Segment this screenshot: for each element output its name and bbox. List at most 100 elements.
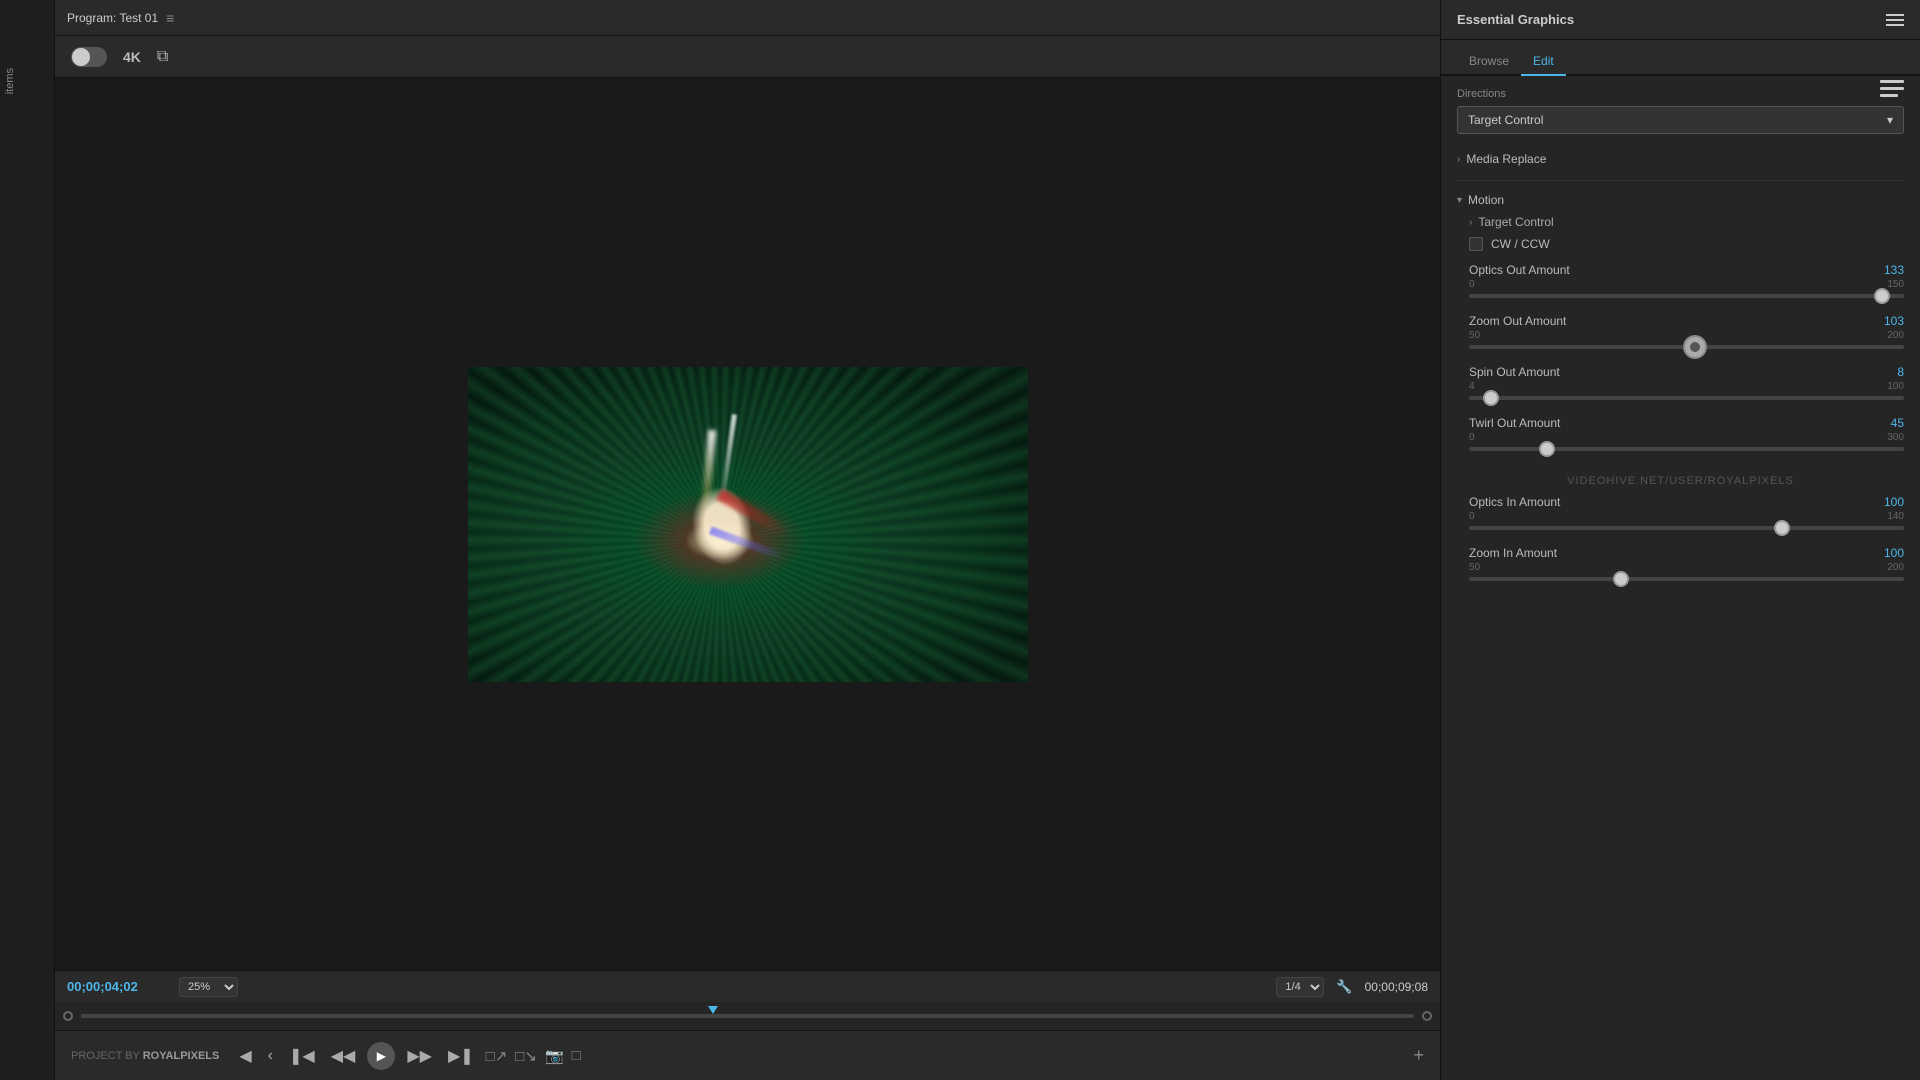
target-control-label: Target Control [1478,215,1553,229]
step-forward-button[interactable]: ▶▶ [403,1042,436,1070]
zoom-in-value[interactable]: 100 [1874,546,1904,560]
video-canvas [55,78,1440,970]
camera-button[interactable]: 📷 [545,1047,564,1065]
eg-hamburger-icon[interactable] [1886,14,1904,26]
transport-bar: PROJECT BY ROYALPIXELS ◀ ‹ ❚◀ ◀◀ ▶ ▶▶ ▶❚… [55,1030,1440,1080]
directions-dropdown[interactable]: Target Control ▾ [1457,106,1904,134]
optics-in-header: Optics In Amount 100 [1469,495,1904,509]
twirl-out-header: Twirl Out Amount 45 [1469,416,1904,430]
twirl-out-min: 0 [1469,432,1475,443]
zoom-in-track[interactable] [1469,577,1904,581]
zoom-out-slider: Zoom Out Amount 103 50 200 [1457,314,1904,349]
insert-button[interactable]: □ [572,1047,581,1064]
twirl-out-track[interactable] [1469,447,1904,451]
extract-button[interactable]: □↘ [515,1047,537,1065]
optics-out-min: 0 [1469,279,1475,290]
go-to-start-button[interactable]: ❚◀ [285,1042,319,1070]
zoom-out-name: Zoom Out Amount [1469,314,1566,328]
zoom-in-max: 200 [1887,562,1904,573]
target-control-arrow: › [1469,217,1472,228]
timecode-current[interactable]: 00;00;04;02 [67,979,167,994]
spin-out-slider: Spin Out Amount 8 4 100 [1457,365,1904,400]
program-menu-icon[interactable]: ≡ [166,10,174,26]
optics-in-range: 0 140 [1469,511,1904,522]
optics-out-header: Optics Out Amount 133 [1469,263,1904,277]
spin-out-value[interactable]: 8 [1874,365,1904,379]
add-button[interactable]: + [1413,1045,1424,1066]
optics-in-value[interactable]: 100 [1874,495,1904,509]
spin-out-track[interactable] [1469,396,1904,400]
zoom-select[interactable]: 25% 50% 100% [179,977,238,997]
directions-value: Target Control [1468,113,1543,127]
zoom-in-header: Zoom In Amount 100 [1469,546,1904,560]
tab-browse[interactable]: Browse [1457,48,1521,76]
top-right-menu [1880,80,1904,97]
optics-in-slider: Optics In Amount 100 0 140 [1457,495,1904,530]
main-area: Program: Test 01 ≡ 4K ⧉ 00;00;04;02 25% … [55,0,1440,1080]
media-replace-header[interactable]: › Media Replace [1457,148,1904,170]
twirl-out-max: 300 [1887,432,1904,443]
scrubber-out-point[interactable] [1422,1011,1432,1021]
motion-arrow: ▾ [1457,195,1462,206]
zoom-out-track[interactable] [1469,345,1904,349]
project-credit-name: ROYALPIXELS [143,1050,220,1062]
zoom-in-name: Zoom In Amount [1469,546,1557,560]
scrubber-in-point[interactable] [63,1011,73,1021]
zoom-in-thumb[interactable] [1613,571,1629,587]
motion-section-header[interactable]: ▾ Motion [1457,189,1904,211]
sidebar-items-label: items [0,60,54,102]
media-replace-section: › Media Replace [1457,148,1904,170]
project-credit: PROJECT BY ROYALPIXELS [71,1050,219,1062]
twirl-out-value[interactable]: 45 [1874,416,1904,430]
toggle-button[interactable] [71,47,107,67]
optics-out-max: 150 [1887,279,1904,290]
timecode-total: 00;00;09;08 [1365,980,1428,994]
optics-out-range: 0 150 [1469,279,1904,290]
timeline-scrubber[interactable] [55,1002,1440,1030]
essential-graphics-panel: Essential Graphics Browse Edit Direction… [1440,0,1920,1080]
zoom-out-value[interactable]: 103 [1874,314,1904,328]
divider-1 [1457,180,1904,181]
optics-in-track[interactable] [1469,526,1904,530]
zoom-out-thumb[interactable] [1683,335,1707,359]
motion-section: ▾ Motion › Target Control CW / CCW Optic… [1457,189,1904,581]
tab-edit[interactable]: Edit [1521,48,1566,76]
hamburger-menu-icon[interactable] [1880,80,1904,97]
media-replace-arrow: › [1457,154,1460,165]
video-controls-row: 4K ⧉ [55,36,1440,78]
optics-in-thumb[interactable] [1774,520,1790,536]
optics-out-track[interactable] [1469,294,1904,298]
wrench-icon[interactable]: 🔧 [1336,979,1352,995]
fraction-select[interactable]: 1/4 1/2 Full [1276,977,1324,997]
resolution-label: 4K [123,49,141,65]
optics-out-slider: Optics Out Amount 133 0 150 [1457,263,1904,298]
target-control-subsection[interactable]: › Target Control [1457,211,1904,233]
cw-ccw-checkbox[interactable] [1469,237,1483,251]
left-sidebar: items [0,0,55,1080]
spin-out-max: 100 [1887,381,1904,392]
scrubber-track[interactable] [81,1014,1414,1018]
eg-title: Essential Graphics [1457,12,1886,27]
spin-out-thumb[interactable] [1483,390,1499,406]
cw-ccw-row: CW / CCW [1457,233,1904,255]
optics-out-thumb[interactable] [1874,288,1890,304]
media-replace-label: Media Replace [1466,152,1546,166]
directions-label: Directions [1457,88,1904,100]
rewind-button[interactable]: ◀◀ [327,1042,360,1070]
eg-content: Directions Target Control ▾ › Media Repl… [1441,76,1920,1080]
twirl-out-range: 0 300 [1469,432,1904,443]
optics-out-value[interactable]: 133 [1874,263,1904,277]
lift-button[interactable]: □↗ [486,1047,508,1065]
compare-icon[interactable]: ⧉ [157,48,168,66]
scrubber-playhead[interactable] [708,1006,718,1014]
play-button[interactable]: ▶ [367,1042,395,1070]
twirl-out-slider: Twirl Out Amount 45 0 300 [1457,416,1904,451]
twirl-out-thumb[interactable] [1539,441,1555,457]
timecode-bar: 00;00;04;02 25% 50% 100% 1/4 1/2 Full 🔧 … [55,970,1440,1002]
optics-in-min: 0 [1469,511,1475,522]
step-back-button[interactable]: ‹ [264,1043,277,1069]
eg-header: Essential Graphics [1441,0,1920,40]
directions-arrow: ▾ [1887,113,1893,127]
mark-in-button[interactable]: ◀ [235,1042,255,1070]
go-to-end-button[interactable]: ▶❚ [444,1042,478,1070]
